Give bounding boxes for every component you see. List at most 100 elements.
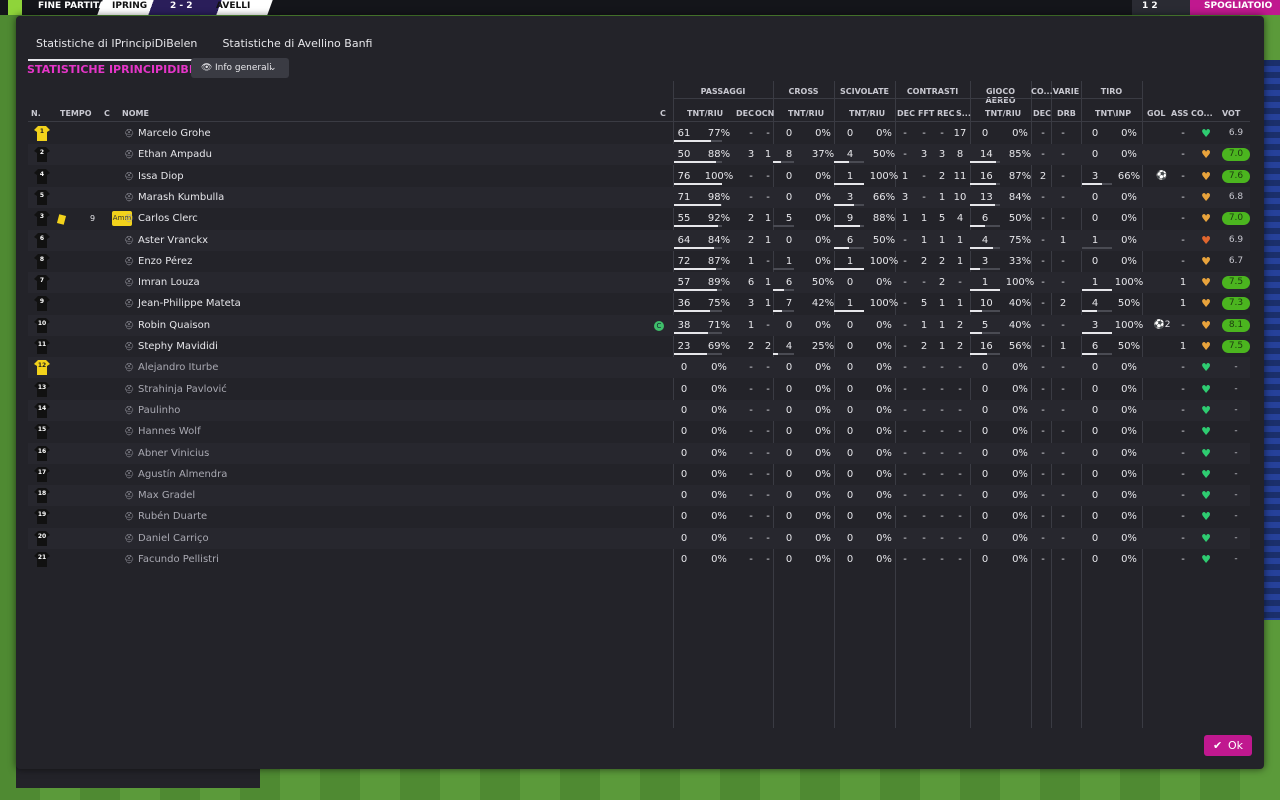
player-name[interactable]: ⛑ Marcelo Grohe	[124, 123, 211, 144]
col-gol[interactable]: GOL	[1147, 109, 1165, 118]
table-row[interactable]: 13 ⛑ Strahinja Pavlović 0 0% - -0 0% 0 0% - - - -0 0% -…	[28, 379, 1250, 400]
stat-pdec: -	[749, 362, 753, 374]
stat-s: -	[958, 490, 962, 502]
col-nome[interactable]: NOME	[122, 109, 149, 118]
player-name[interactable]: ⛑ Hannes Wolf	[124, 421, 201, 442]
player-name[interactable]: ⛑ Stephy Mavididi	[124, 336, 218, 357]
player-name[interactable]: ⛑ Carlos Clerc	[124, 208, 198, 229]
table-row[interactable]: 18 ⛑ Max Gradel 0 0% - -0 0% 0 0% - - - -0 0% - -0 0% - ♥ -	[28, 485, 1250, 507]
stat-drb: 1	[1059, 234, 1067, 246]
player-name[interactable]: ⛑ Max Gradel	[124, 485, 195, 506]
table-row[interactable]: 14 ⛑ Paulinho 0 0% - -0 0% 0 0% - - - -0 0% - -0 0% - ♥ -	[28, 399, 1250, 421]
stat-pt: 36	[677, 298, 691, 310]
player-name-text: Daniel Carriço	[138, 532, 209, 544]
player-name[interactable]: ⛑ Agustín Almendra	[124, 464, 227, 485]
col-contr-dec[interactable]: DEC	[897, 109, 915, 118]
table-row[interactable]: 10 ⛑ Robin Quaison C 38 71% 1-0 0% 0 0% -1 1 2 5 40% - -…	[28, 314, 1250, 336]
shirt-number: 13	[37, 383, 47, 391]
player-name[interactable]: ⛑ Issa Diop	[124, 166, 184, 187]
stat-fft: 3	[920, 149, 928, 161]
player-name[interactable]: ⛑ Enzo Pérez	[124, 251, 192, 272]
col-tempo[interactable]: TEMPO	[60, 109, 92, 118]
col-co-dec[interactable]: DEC	[1033, 109, 1051, 118]
player-name[interactable]: ⛑ Marash Kumbulla	[124, 187, 224, 208]
shirt-number: 19	[37, 511, 47, 519]
table-row[interactable]: 15 ⛑ Hannes Wolf 0 0% - -0 0% 0 0% - - - -0 0% - -0 0% - ♥ -	[28, 421, 1250, 442]
table-row[interactable]: 7 ⛑ Imran Louza 57 89% 6 1 6 50% 0 0% - -2-1 100% - -1 1…	[28, 272, 1250, 294]
player-rating: -	[1234, 362, 1238, 373]
player-stats-dialog: Statistiche di IPrincipiDiBelen Statisti…	[16, 16, 1264, 769]
col-n[interactable]: N.	[31, 109, 41, 118]
player-name[interactable]: ⛑ Abner Vinicius	[124, 443, 209, 464]
chevron-down-icon: ⌄	[269, 63, 277, 73]
table-row[interactable]: 21 ⛑ Facundo Pellistri 0 0% - -0 0% 0 0% - - - -0 0% - -…	[28, 549, 1250, 570]
stat-sp: 88%	[872, 213, 896, 225]
table-row[interactable]: 16 ⛑ Abner Vinicius 0 0% - -0 0% 0 0% - - - -0 0% - -0 0%…	[28, 442, 1250, 464]
table-row[interactable]: 12 ⛑ Alejandro Iturbe 0 0% - -0 0% 0 0% - - - -0 0% - -0…	[28, 357, 1250, 379]
col-ass[interactable]: ASS	[1171, 109, 1188, 118]
stat-ass: -	[1181, 511, 1185, 523]
tab-own-team[interactable]: Statistiche di IPrincipiDiBelen	[28, 33, 206, 61]
col-sciv-tnt-riu[interactable]: TNT/RIU	[849, 109, 885, 118]
col-s[interactable]: S...	[956, 109, 971, 118]
player-name[interactable]: ⛑ Jean-Philippe Mateta	[124, 293, 241, 314]
table-row[interactable]: 2 ⛑ Ethan Ampadu 50 88% 3 1 8 37% 4 50% -3 3 8 14 85% - -…	[28, 144, 1250, 166]
table-row[interactable]: 20 ⛑ Daniel Carriço 0 0% - -0 0% 0 0% - - - -0 0% - -0 0%…	[28, 527, 1250, 549]
tab-opponent-team[interactable]: Statistiche di Avellino Banfi	[214, 33, 380, 59]
col-cross-tnt-riu[interactable]: TNT/RIU	[788, 109, 824, 118]
col-tnt-inp[interactable]: TNT\INP	[1095, 109, 1131, 118]
table-row[interactable]: 8 ⛑ Enzo Pérez 72 87% 1-1 0% 1 100% -2 2 1 3 33% - -0 0%…	[28, 251, 1250, 272]
col-pass-tnt-riu[interactable]: TNT/RIU	[687, 109, 723, 118]
match-status: FINE PARTITA	[38, 1, 106, 11]
stat-pdec: -	[749, 426, 753, 438]
table-row[interactable]: 1 ⛑ Marcelo Grohe 61 77% - -0 0% 0 0% - - -17 0 0% - -0 0…	[28, 123, 1250, 144]
col-vot[interactable]: VOT	[1222, 109, 1240, 118]
stat-codec: -	[1041, 426, 1045, 438]
table-row[interactable]: 5 ⛑ Marash Kumbulla 71 98% - -0 0% 3 66% 3-1 10 13 84…	[28, 186, 1250, 208]
player-name[interactable]: ⛑ Strahinja Pavlović	[124, 379, 227, 400]
player-name[interactable]: ⛑ Robin Quaison	[124, 315, 210, 336]
col-co2[interactable]: CO...	[1191, 109, 1213, 118]
table-row[interactable]: 9 ⛑ Jean-Philippe Mateta 36 75% 3 1 7 42% 1 100% -5…	[28, 293, 1250, 314]
group-co: CO...	[1031, 87, 1053, 96]
player-name[interactable]: ⛑ Ethan Ampadu	[124, 144, 212, 165]
ok-button[interactable]: ✔ Ok	[1204, 735, 1252, 756]
table-row[interactable]: 6 ⛑ Aster Vranckx 64 84% 2 1 0 0% 6 50% -1 1 1 4 75% -1 1…	[28, 229, 1250, 251]
condition-heart-icon: ♥	[1201, 553, 1211, 566]
col-c[interactable]: C	[104, 109, 110, 118]
player-name[interactable]: ⛑ Aster Vranckx	[124, 230, 208, 251]
col-c2[interactable]: C	[660, 109, 666, 118]
player-name[interactable]: ⛑ Facundo Pellistri	[124, 549, 219, 570]
stat-at: 0	[981, 490, 989, 502]
stat-tt: 4	[1091, 298, 1099, 310]
stat-fft: -	[922, 362, 926, 374]
table-row[interactable]: 3 9 Amm ⛑ Carlos Clerc 55 92% 2 1 5 0% 9 88% 1 1 5 4 6 50%…	[28, 208, 1250, 229]
shirt-icon: 1	[34, 126, 50, 141]
table-row[interactable]: 17 ⛑ Agustín Almendra 0 0% - -0 0% 0 0% - - - -0 0% - -0…	[28, 464, 1250, 485]
player-name[interactable]: ⛑ Paulinho	[124, 400, 180, 421]
player-name[interactable]: ⛑ Daniel Carriço	[124, 528, 209, 549]
stat-ass: -	[1181, 554, 1185, 565]
stat-at: 0	[981, 532, 989, 544]
player-name[interactable]: ⛑ Imran Louza	[124, 272, 200, 293]
col-pass-dec[interactable]: DEC	[736, 109, 754, 118]
stat-pocn: -	[766, 362, 770, 374]
col-fft[interactable]: FFT	[918, 109, 934, 118]
stat-cp: 0%	[815, 362, 831, 374]
col-rec[interactable]: REC	[937, 109, 955, 118]
col-drb[interactable]: DRB	[1057, 109, 1076, 118]
stat-tt: 0	[1091, 383, 1099, 395]
player-name-text: Strahinja Pavlović	[138, 383, 227, 395]
col-aereo-tnt-riu[interactable]: TNT/RIU	[985, 109, 1021, 118]
table-row[interactable]: 19 ⛑ Rubén Duarte 0 0% - -0 0% 0 0% - - - -0 0% - -0 0% - ♥…	[28, 506, 1250, 527]
view-dropdown[interactable]: 👁 Info generali ⌄	[191, 58, 289, 78]
col-pass-ocn[interactable]: OCN	[755, 109, 774, 118]
player-name[interactable]: ⛑ Rubén Duarte	[124, 506, 207, 527]
player-name[interactable]: ⛑ Alejandro Iturbe	[124, 357, 218, 378]
topbar-controls[interactable]	[1132, 0, 1190, 15]
stat-rec: -	[940, 383, 944, 395]
table-row[interactable]: 4 ⛑ Issa Diop 76 100% - -0 0% 1 100% 1-2 11 16 87% 2-3…	[28, 166, 1250, 187]
table-row[interactable]: 11 ⛑ Stephy Mavididi 23 69% 2 2 4 25% 0 0% -2 1 2 16 56…	[28, 336, 1250, 357]
stat-tp: 0%	[1121, 490, 1137, 502]
topbar-count: 1 2	[1142, 1, 1158, 11]
